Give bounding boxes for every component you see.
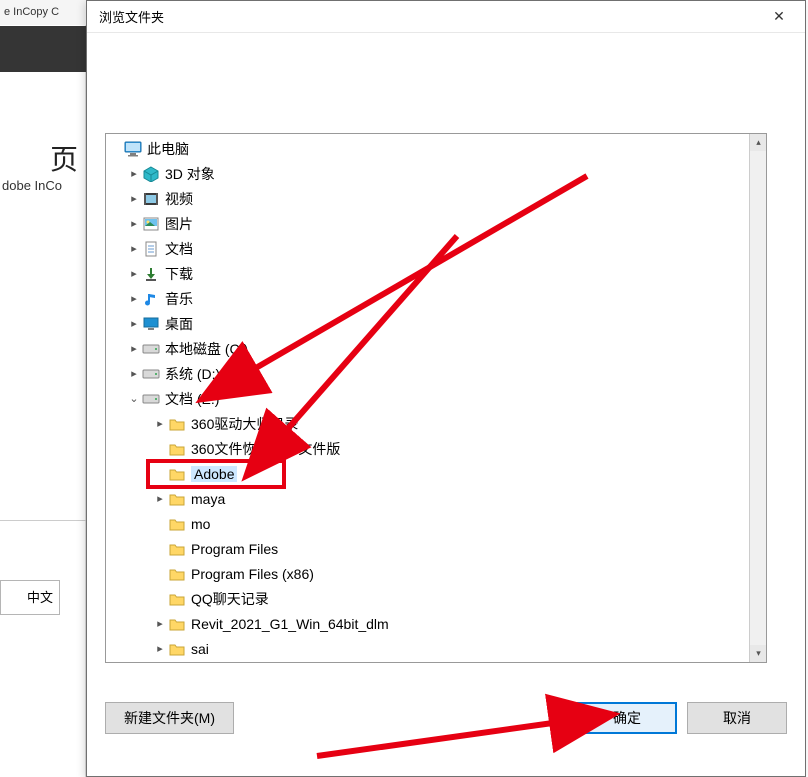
tree-label: 系统 (D:) <box>165 364 220 384</box>
expander-icon[interactable]: ▸ <box>152 417 168 430</box>
expander-icon[interactable]: ▸ <box>152 617 168 630</box>
folder-icon <box>168 640 186 658</box>
tree-node-folder[interactable]: ▸ sai <box>108 636 766 661</box>
folder-icon <box>168 490 186 508</box>
tree-label: 360文件恢复机单文件版 <box>191 439 340 459</box>
tree-node-desktop[interactable]: ▸ 桌面 <box>108 311 766 336</box>
tree-node-drive-d[interactable]: ▸ 系统 (D:) <box>108 361 766 386</box>
tree-node-folder-adobe[interactable]: ▸ Adobe <box>108 461 766 486</box>
expander-icon[interactable]: ▸ <box>126 217 142 230</box>
tree-label: sai <box>191 641 209 657</box>
tree-node-folder[interactable]: ▸ maya <box>108 486 766 511</box>
tree-label: Program Files (x86) <box>191 566 314 582</box>
tree-node-drive-e[interactable]: ⌄ 文档 (E:) <box>108 386 766 411</box>
tree-label: 文档 (E:) <box>165 389 219 409</box>
tree-node-music[interactable]: ▸ 音乐 <box>108 286 766 311</box>
scroll-up-button[interactable]: ▴ <box>750 134 767 151</box>
tree-node-drive-c[interactable]: ▸ 本地磁盘 (C:) <box>108 336 766 361</box>
desktop-icon <box>142 315 160 333</box>
background-large-char: 页 <box>0 138 86 178</box>
folder-icon <box>168 540 186 558</box>
tree-node-this-pc[interactable]: ▸ 此电脑 <box>108 136 766 161</box>
expander-icon[interactable]: ▸ <box>152 642 168 655</box>
expander-icon[interactable]: ▸ <box>126 292 142 305</box>
background-app-title: e InCopy C <box>0 0 86 25</box>
tree-node-folder[interactable]: ▸ mo <box>108 511 766 536</box>
expander-icon[interactable]: ▸ <box>126 317 142 330</box>
expander-icon[interactable]: ▸ <box>126 192 142 205</box>
new-folder-button[interactable]: 新建文件夹(M) <box>105 702 234 734</box>
tree-label: 下载 <box>165 264 193 284</box>
drive-icon <box>142 390 160 408</box>
tree-label-selected: Adobe <box>191 466 237 482</box>
drive-icon <box>142 340 160 358</box>
folder-icon <box>168 415 186 433</box>
music-icon <box>142 290 160 308</box>
tree-label: 视频 <box>165 189 193 209</box>
tree-label: 此电脑 <box>147 139 189 159</box>
tree-node-videos[interactable]: ▸ 视频 <box>108 186 766 211</box>
expander-icon[interactable]: ▸ <box>126 342 142 355</box>
document-icon <box>142 240 160 258</box>
dialog-button-row: 新建文件夹(M) 确定 取消 <box>105 702 787 734</box>
tree-label: mo <box>191 516 210 532</box>
tree-label: 本地磁盘 (C:) <box>165 339 248 359</box>
tree-label: 360驱动大师目录 <box>191 414 298 434</box>
background-app-window: e InCopy C 页 dobe InCo 中文 <box>0 0 86 777</box>
folder-tree[interactable]: ▸ 此电脑 ▸ 3D 对象 ▸ 视频 <box>106 134 766 663</box>
tree-node-folder[interactable]: ▸ Revit_2021_G1_Win_64bit_dlm <box>108 611 766 636</box>
close-icon: ✕ <box>773 8 785 25</box>
tree-label: Program Files <box>191 541 278 557</box>
background-divider <box>0 520 86 521</box>
expander-icon[interactable]: ▸ <box>152 492 168 505</box>
tree-node-folder[interactable]: ▸ 360驱动大师目录 <box>108 411 766 436</box>
tree-label: 文档 <box>165 239 193 259</box>
expander-icon[interactable]: ▸ <box>126 167 142 180</box>
tree-node-folder[interactable]: ▸ QQ聊天记录 <box>108 586 766 611</box>
drive-icon <box>142 365 160 383</box>
cube-icon <box>142 165 160 183</box>
folder-icon <box>168 615 186 633</box>
tree-label: QQ聊天记录 <box>191 589 269 609</box>
tree-node-folder[interactable]: ▸ Program Files <box>108 536 766 561</box>
background-app-name: dobe InCo <box>0 178 86 193</box>
expander-icon[interactable]: ▸ <box>126 242 142 255</box>
tree-label: 图片 <box>165 214 193 234</box>
folder-icon <box>168 465 186 483</box>
tree-node-documents[interactable]: ▸ 文档 <box>108 236 766 261</box>
folder-tree-container: ▸ 此电脑 ▸ 3D 对象 ▸ 视频 <box>105 133 767 663</box>
tree-label: maya <box>191 491 225 507</box>
ok-button[interactable]: 确定 <box>577 702 677 734</box>
expander-icon[interactable]: ⌄ <box>126 392 142 405</box>
dialog-titlebar: 浏览文件夹 ✕ <box>87 1 805 33</box>
scroll-down-button[interactable]: ▾ <box>750 645 767 662</box>
expander-icon[interactable]: ▸ <box>126 267 142 280</box>
tree-node-folder[interactable]: ▸ 360文件恢复机单文件版 <box>108 436 766 461</box>
folder-icon <box>168 565 186 583</box>
tree-node-downloads[interactable]: ▸ 下载 <box>108 261 766 286</box>
background-header-band <box>0 26 86 72</box>
cancel-button[interactable]: 取消 <box>687 702 787 734</box>
tree-label: 桌面 <box>165 314 193 334</box>
expander-icon[interactable]: ▸ <box>126 367 142 380</box>
tree-node-pictures[interactable]: ▸ 图片 <box>108 211 766 236</box>
download-icon <box>142 265 160 283</box>
browse-folder-dialog: 浏览文件夹 ✕ ▸ 此电脑 ▸ 3D 对象 <box>86 0 806 777</box>
folder-icon <box>168 590 186 608</box>
tree-label: 音乐 <box>165 289 193 309</box>
tree-node-3d-objects[interactable]: ▸ 3D 对象 <box>108 161 766 186</box>
tree-label: 3D 对象 <box>165 164 215 184</box>
film-icon <box>142 190 160 208</box>
dialog-title: 浏览文件夹 <box>99 7 164 26</box>
folder-icon <box>168 440 186 458</box>
picture-icon <box>142 215 160 233</box>
monitor-icon <box>124 140 142 158</box>
vertical-scrollbar[interactable]: ▴ ▾ <box>749 134 766 662</box>
tree-node-folder[interactable]: ▸ Program Files (x86) <box>108 561 766 586</box>
close-button[interactable]: ✕ <box>759 3 799 31</box>
background-language-box: 中文 <box>0 580 60 615</box>
folder-icon <box>168 515 186 533</box>
tree-label: Revit_2021_G1_Win_64bit_dlm <box>191 616 389 632</box>
